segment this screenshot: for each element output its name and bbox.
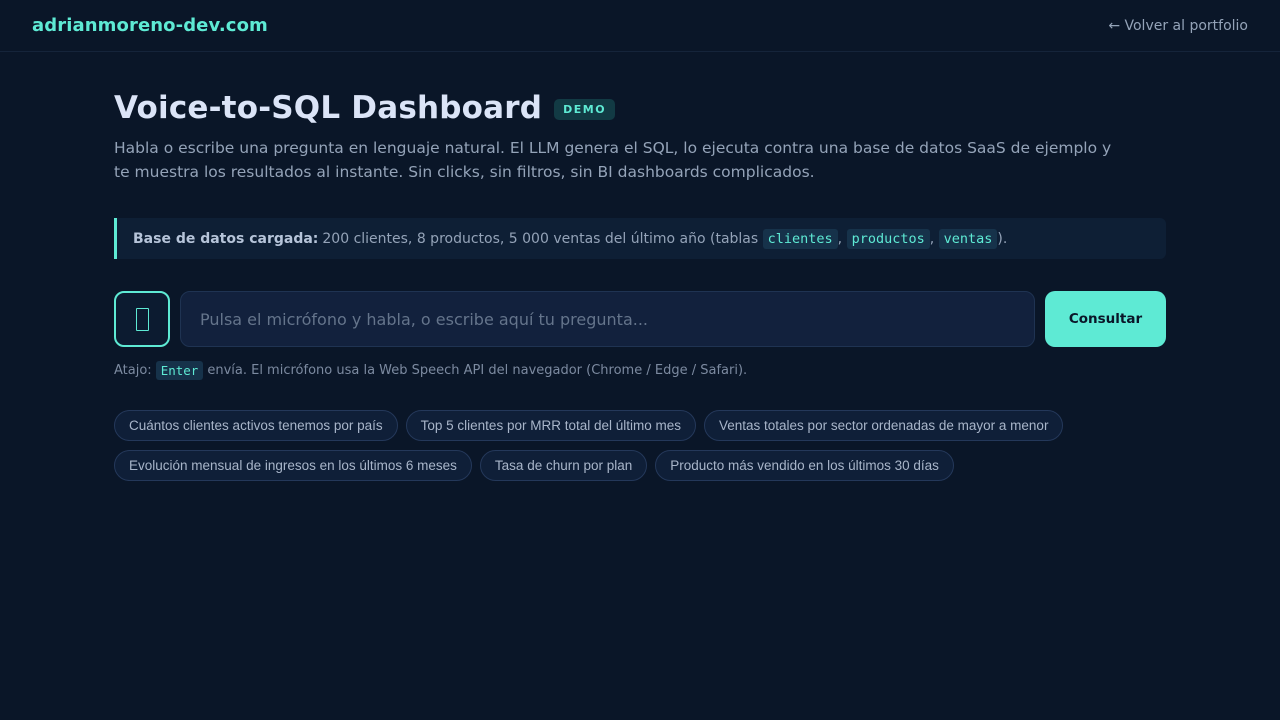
table-name-productos: productos bbox=[846, 228, 930, 249]
intro-text: Habla o escribe una pregunta en lenguaje… bbox=[114, 139, 1112, 181]
microphone-icon bbox=[135, 307, 149, 331]
title-row: Voice-to-SQL Dashboard DEMO bbox=[114, 90, 1166, 126]
shortcut-hint: Atajo: Enter envía. El micrófono usa la … bbox=[114, 361, 1166, 380]
back-to-portfolio-link[interactable]: ← Volver al portfolio bbox=[1108, 18, 1248, 34]
demo-badge: DEMO bbox=[554, 98, 616, 120]
suggestion-chip[interactable]: Producto más vendido en los últimos 30 d… bbox=[655, 450, 954, 481]
suggestion-list: Cuántos clientes activos tenemos por paí… bbox=[114, 410, 1166, 481]
site-brand-link[interactable]: adrianmoreno-dev.com bbox=[32, 15, 268, 36]
suggestion-chip[interactable]: Tasa de churn por plan bbox=[479, 450, 648, 481]
question-input[interactable] bbox=[180, 291, 1035, 347]
database-notice-suffix: ). bbox=[997, 230, 1008, 247]
suggestion-chip[interactable]: Cuántos clientes activos tenemos por paí… bbox=[114, 410, 398, 441]
enter-key-chip: Enter bbox=[155, 361, 204, 380]
microphone-button[interactable] bbox=[114, 291, 170, 347]
table-separator: , bbox=[837, 230, 843, 247]
database-notice-text: 200 clientes, 8 productos, 5 000 ventas … bbox=[322, 230, 759, 247]
hint-prefix: Atajo: bbox=[114, 363, 152, 378]
database-notice-label: Base de datos cargada: bbox=[133, 230, 319, 247]
database-notice: Base de datos cargada: 200 clientes, 8 p… bbox=[114, 218, 1166, 259]
suggestion-chip[interactable]: Evolución mensual de ingresos en los últ… bbox=[114, 450, 472, 481]
table-separator: , bbox=[929, 230, 935, 247]
page-title: Voice-to-SQL Dashboard bbox=[114, 90, 543, 126]
main-content: Voice-to-SQL Dashboard DEMO Habla o escr… bbox=[114, 52, 1166, 481]
table-name-ventas: ventas bbox=[938, 228, 998, 249]
hint-text: envía. El micrófono usa la Web Speech AP… bbox=[207, 363, 748, 378]
consultar-button[interactable]: Consultar bbox=[1045, 291, 1166, 347]
top-bar: adrianmoreno-dev.com ← Volver al portfol… bbox=[0, 0, 1280, 52]
query-bar: Consultar bbox=[114, 291, 1166, 347]
table-name-clientes: clientes bbox=[762, 228, 838, 249]
suggestion-chip[interactable]: Ventas totales por sector ordenadas de m… bbox=[704, 410, 1064, 441]
suggestion-chip[interactable]: Top 5 clientes por MRR total del último … bbox=[405, 410, 696, 441]
